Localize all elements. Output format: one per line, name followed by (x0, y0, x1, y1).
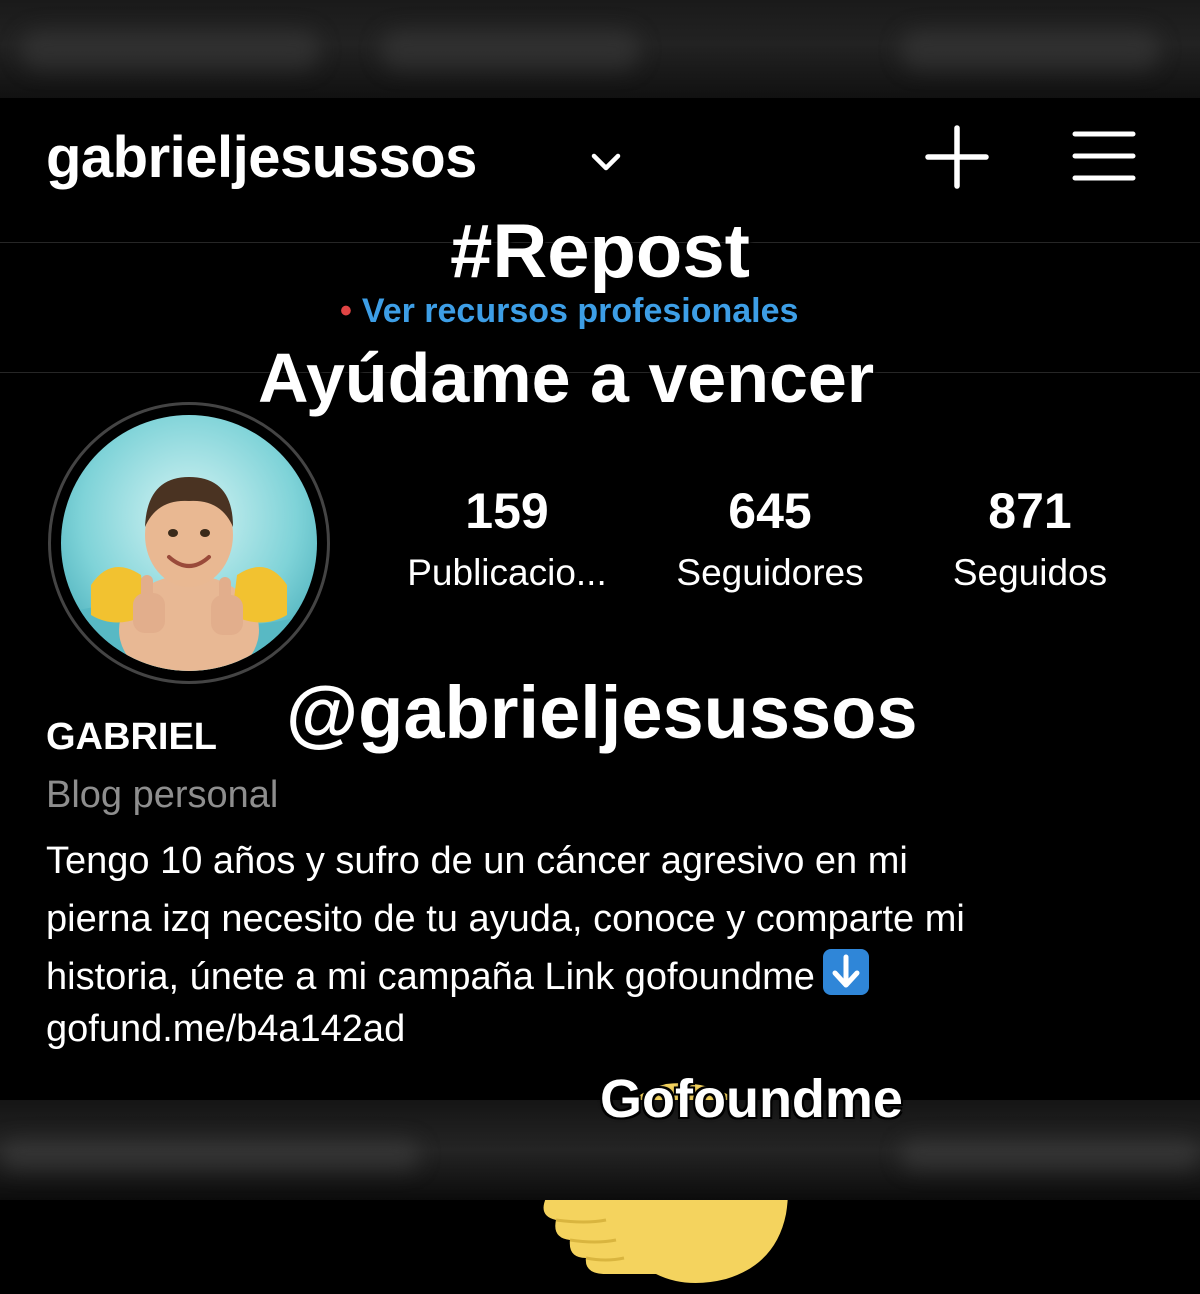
menu-icon[interactable] (1072, 128, 1136, 184)
professional-resources-label: Ver recursos profesionales (361, 292, 799, 330)
blur-smudge (900, 1140, 1200, 1170)
blur-smudge (20, 30, 320, 70)
profile-name: GABRIEL (46, 716, 217, 758)
profile-screen: gabrieljesussos • Ver recursos profesiona… (0, 98, 1200, 1283)
stat-followers-label: Seguidores (676, 552, 864, 593)
stat-followers[interactable]: 645 Seguidores (650, 482, 890, 594)
headline-overlay: Ayúdame a vencer (258, 339, 875, 417)
handle-overlay: @gabrieljesussos (286, 671, 918, 754)
stat-posts-label: Publicacio... (407, 552, 607, 593)
blur-smudge (900, 30, 1160, 70)
account-username[interactable]: gabrieljesussos (46, 124, 477, 191)
stat-posts[interactable]: 159 Publicacio... (372, 482, 642, 594)
stat-following-value: 871 (988, 483, 1072, 539)
chevron-down-icon[interactable] (588, 150, 624, 176)
stat-following-label: Seguidos (952, 552, 1108, 593)
gofoundme-caption: Gofoundme (600, 1069, 903, 1129)
blur-smudge (0, 1140, 420, 1170)
bio-line: historia, únete a mi campaña Link gofoun… (46, 948, 1156, 1006)
stat-followers-value: 645 (728, 483, 812, 539)
notification-dot: • (340, 292, 352, 330)
arrow-down-emoji-icon (822, 949, 869, 995)
bio-line-text: historia, únete a mi campaña Link gofoun… (46, 956, 815, 998)
profile-link[interactable]: gofund.me/b4a142ad (46, 1008, 405, 1051)
bio-line: Tengo 10 años y sufro de un cáncer agres… (46, 840, 908, 882)
repost-overlay: #Repost (450, 209, 750, 294)
stat-following[interactable]: 871 Seguidos (920, 482, 1140, 594)
bio-line: pierna izq necesito de tu ayuda, conoce … (46, 898, 965, 940)
profile-avatar[interactable] (48, 402, 330, 684)
profile-bio: Tengo 10 años y sufro de un cáncer agres… (46, 832, 1156, 1006)
stat-posts-value: 159 (465, 483, 549, 539)
avatar-photo (61, 415, 317, 671)
profile-category: Blog personal (46, 774, 279, 816)
blur-smudge (380, 30, 640, 70)
plus-icon[interactable] (924, 124, 990, 190)
blurred-top-band (0, 0, 1200, 98)
professional-resources-link[interactable]: • Ver recursos profesionales (340, 292, 798, 331)
